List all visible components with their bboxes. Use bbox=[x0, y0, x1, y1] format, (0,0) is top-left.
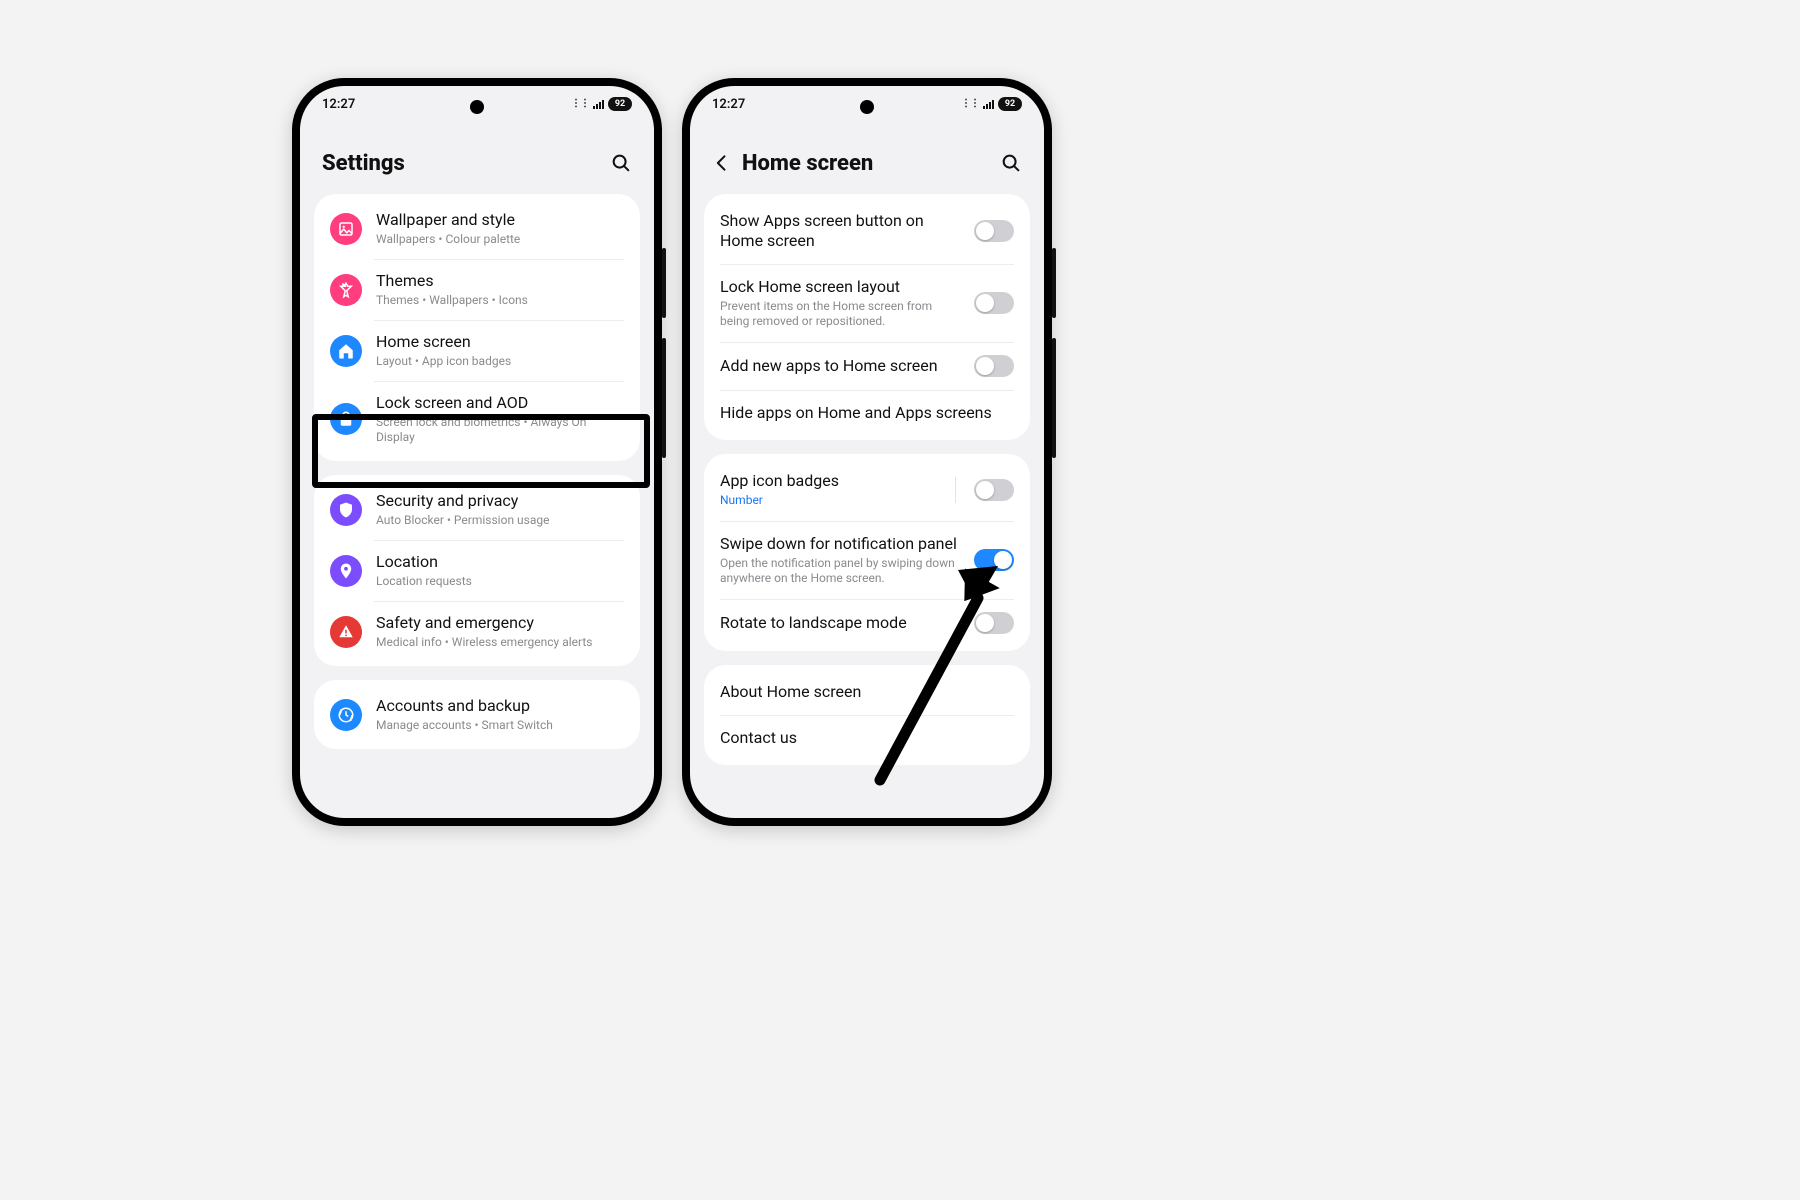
settings-row[interactable]: Lock screen and AODScreen lock and biome… bbox=[314, 381, 640, 457]
toggle-switch[interactable] bbox=[974, 220, 1014, 242]
row-title: Location bbox=[376, 552, 624, 572]
row-title: Show Apps screen button on Home screen bbox=[720, 211, 962, 251]
phone-mockup-settings: 12:27 ⋮⋮ 92 Settings Wallpaper and style… bbox=[292, 78, 662, 826]
settings-row[interactable]: Hide apps on Home and Apps screens bbox=[704, 390, 1030, 436]
row-title: Contact us bbox=[720, 728, 1014, 748]
search-icon[interactable] bbox=[1000, 152, 1022, 174]
settings-row[interactable]: Accounts and backup Manage accounts • Sma… bbox=[314, 684, 640, 745]
row-title: About Home screen bbox=[720, 682, 1014, 702]
row-title: Lock Home screen layout bbox=[720, 277, 962, 297]
settings-row[interactable]: Safety and emergency Medical info • Wirel… bbox=[314, 601, 640, 662]
page-title: Settings bbox=[322, 151, 405, 176]
row-title: Hide apps on Home and Apps screens bbox=[720, 403, 1014, 423]
lock-icon bbox=[330, 403, 362, 435]
settings-row[interactable]: Home screen Layout • App icon badges bbox=[314, 320, 640, 381]
divider bbox=[955, 477, 956, 503]
status-bar: 12:27 ⋮⋮ 92 bbox=[690, 86, 1044, 122]
row-title: Wallpaper and style bbox=[376, 210, 624, 230]
row-title: Themes bbox=[376, 271, 624, 291]
settings-row[interactable]: Add new apps to Home screen bbox=[704, 342, 1030, 390]
settings-group: About Home screen Contact us bbox=[704, 665, 1030, 765]
settings-row[interactable]: Wallpaper and style Wallpapers • Colour p… bbox=[314, 198, 640, 259]
row-title: Accounts and backup bbox=[376, 696, 624, 716]
settings-group: Accounts and backup Manage accounts • Sma… bbox=[314, 680, 640, 749]
toggle-switch[interactable] bbox=[974, 292, 1014, 314]
settings-group: Wallpaper and style Wallpapers • Colour p… bbox=[314, 194, 640, 461]
wifi-icon: ⋮⋮ bbox=[961, 99, 979, 109]
settings-row[interactable]: About Home screen bbox=[704, 669, 1030, 715]
row-title: Security and privacy bbox=[376, 491, 624, 511]
row-subtitle-link[interactable]: Number bbox=[720, 493, 945, 508]
settings-row[interactable]: Show Apps screen button on Home screen bbox=[704, 198, 1030, 264]
settings-row[interactable]: Security and privacy Auto Blocker • Permi… bbox=[314, 479, 640, 540]
status-time: 12:27 bbox=[712, 97, 745, 112]
row-title: Lock screen and AOD bbox=[376, 393, 624, 413]
toggle-switch[interactable] bbox=[974, 355, 1014, 377]
toggle-switch[interactable] bbox=[974, 479, 1014, 501]
settings-row[interactable]: Themes Themes • Wallpapers • Icons bbox=[314, 259, 640, 320]
settings-row[interactable]: Lock Home screen layoutPrevent items on … bbox=[704, 264, 1030, 342]
row-subtitle: Manage accounts • Smart Switch bbox=[376, 718, 624, 733]
row-title: Add new apps to Home screen bbox=[720, 356, 962, 376]
search-icon[interactable] bbox=[610, 152, 632, 174]
settings-group: Show Apps screen button on Home screen Lo… bbox=[704, 194, 1030, 440]
status-time: 12:27 bbox=[322, 97, 355, 112]
row-subtitle: Themes • Wallpapers • Icons bbox=[376, 293, 624, 308]
battery-indicator: 92 bbox=[608, 97, 632, 111]
row-subtitle: Prevent items on the Home screen from be… bbox=[720, 299, 962, 329]
settings-group: App icon badges Number Swipe down for noti… bbox=[704, 454, 1030, 651]
row-title: Swipe down for notification panel bbox=[720, 534, 962, 554]
back-icon[interactable] bbox=[712, 153, 732, 173]
toggle-switch[interactable] bbox=[974, 612, 1014, 634]
page-header: Settings bbox=[300, 138, 654, 188]
row-subtitle: Medical info • Wireless emergency alerts bbox=[376, 635, 624, 650]
row-subtitle: Open the notification panel by swiping d… bbox=[720, 556, 962, 586]
accounts-icon bbox=[330, 699, 362, 731]
toggle-switch[interactable] bbox=[974, 549, 1014, 571]
row-title: App icon badges bbox=[720, 471, 945, 491]
row-subtitle: Wallpapers • Colour palette bbox=[376, 232, 624, 247]
settings-group: Security and privacy Auto Blocker • Permi… bbox=[314, 475, 640, 666]
phone-mockup-homescreen: 12:27 ⋮⋮ 92 Home screen Show Apps screen… bbox=[682, 78, 1052, 826]
wallpaper-icon bbox=[330, 213, 362, 245]
signal-icon bbox=[593, 99, 604, 109]
settings-row[interactable]: Swipe down for notification panelOpen th… bbox=[704, 521, 1030, 599]
settings-row[interactable]: App icon badges Number bbox=[704, 458, 1030, 521]
signal-icon bbox=[983, 99, 994, 109]
wifi-icon: ⋮⋮ bbox=[571, 99, 589, 109]
shield-icon bbox=[330, 494, 362, 526]
location-icon bbox=[330, 555, 362, 587]
row-title: Rotate to landscape mode bbox=[720, 613, 962, 633]
row-subtitle: Location requests bbox=[376, 574, 624, 589]
settings-row[interactable]: Rotate to landscape mode bbox=[704, 599, 1030, 647]
settings-row[interactable]: Location Location requests bbox=[314, 540, 640, 601]
settings-row[interactable]: Contact us bbox=[704, 715, 1030, 761]
status-bar: 12:27 ⋮⋮ 92 bbox=[300, 86, 654, 122]
row-subtitle: Layout • App icon badges bbox=[376, 354, 624, 369]
themes-icon bbox=[330, 274, 362, 306]
page-title: Home screen bbox=[742, 151, 873, 176]
row-title: Safety and emergency bbox=[376, 613, 624, 633]
safety-icon bbox=[330, 616, 362, 648]
row-subtitle: Screen lock and biometrics • Always On D… bbox=[376, 415, 624, 445]
home-icon bbox=[330, 335, 362, 367]
row-subtitle: Auto Blocker • Permission usage bbox=[376, 513, 624, 528]
row-title: Home screen bbox=[376, 332, 624, 352]
battery-indicator: 92 bbox=[998, 97, 1022, 111]
page-header: Home screen bbox=[690, 138, 1044, 188]
